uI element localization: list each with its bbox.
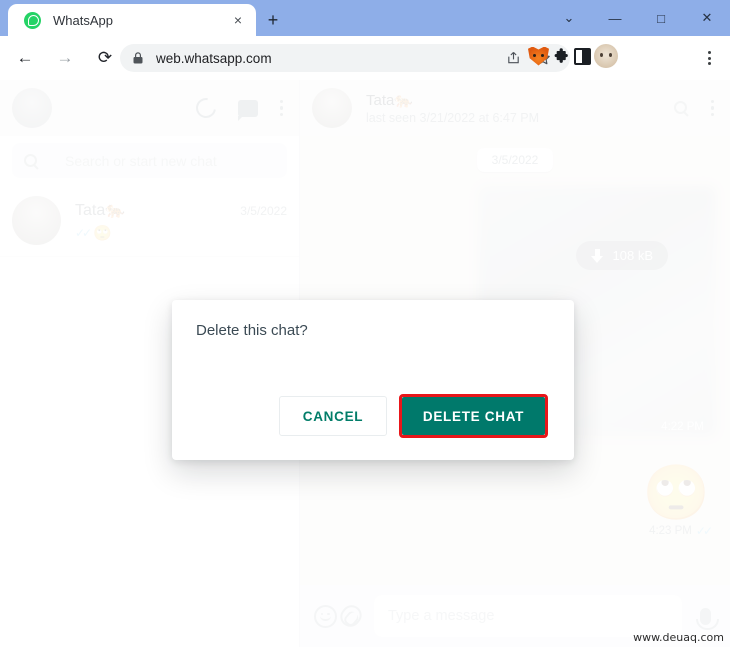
whatsapp-icon [24, 11, 41, 29]
conversation-header: Tata🐅 last seen 3/21/2022 at 6:47 PM [300, 80, 730, 136]
search-icon[interactable] [673, 101, 687, 115]
dialog-title: Delete this chat? [196, 322, 308, 339]
extensions-row [528, 44, 618, 68]
menu-icon[interactable] [279, 99, 283, 117]
new-tab-button[interactable]: + [262, 9, 284, 31]
minimize-icon[interactable]: — [592, 0, 638, 36]
status-icon[interactable] [191, 94, 220, 122]
back-icon[interactable]: ← [10, 43, 40, 73]
dialog-actions: CANCEL DELETE CHAT [279, 394, 548, 438]
avatar[interactable] [312, 88, 352, 128]
profile-avatar-icon[interactable] [594, 44, 618, 68]
side-panel-icon[interactable] [574, 47, 591, 65]
lock-icon [130, 52, 146, 64]
whatsapp-app: Search or start new chat Tata🐅 3/5/2022 … [0, 80, 730, 647]
delete-chat-highlight: DELETE CHAT [399, 394, 548, 438]
browser-titlebar: WhatsApp × + ⌄ — □ ✕ [0, 0, 730, 36]
menu-icon[interactable] [710, 99, 714, 117]
avatar[interactable] [12, 88, 52, 128]
contact-status: last seen 3/21/2022 at 6:47 PM [366, 111, 540, 125]
browser-toolbar: ← → ⟳ web.whatsapp.com [0, 36, 730, 80]
sidebar-header [0, 80, 299, 136]
close-icon[interactable]: × [228, 10, 248, 30]
reload-icon[interactable]: ⟳ [90, 43, 120, 73]
watermark: www.deuaq.com [633, 631, 724, 644]
chrome-menu-icon[interactable] [696, 44, 722, 72]
tab-title: WhatsApp [53, 12, 113, 28]
close-icon[interactable]: ✕ [684, 0, 730, 36]
delete-chat-button[interactable]: DELETE CHAT [402, 397, 545, 435]
contact-name: Tata🐅 [366, 92, 414, 109]
new-chat-icon[interactable] [237, 99, 258, 121]
window-controls: ⌄ — □ ✕ [546, 0, 730, 36]
puzzle-extensions-icon[interactable] [552, 47, 571, 66]
maximize-icon[interactable]: □ [638, 0, 684, 36]
url-text: web.whatsapp.com [156, 50, 272, 66]
chevron-down-icon[interactable]: ⌄ [546, 0, 592, 36]
cancel-button[interactable]: CANCEL [279, 396, 387, 436]
forward-icon[interactable]: → [50, 43, 80, 73]
browser-window: WhatsApp × + ⌄ — □ ✕ ← → ⟳ web.whatsapp.… [0, 0, 730, 647]
fox-extension-icon[interactable] [528, 46, 549, 66]
delete-chat-dialog: Delete this chat? CANCEL DELETE CHAT [172, 300, 574, 460]
share-icon[interactable] [500, 44, 527, 71]
browser-tab-whatsapp[interactable]: WhatsApp × [8, 4, 256, 36]
